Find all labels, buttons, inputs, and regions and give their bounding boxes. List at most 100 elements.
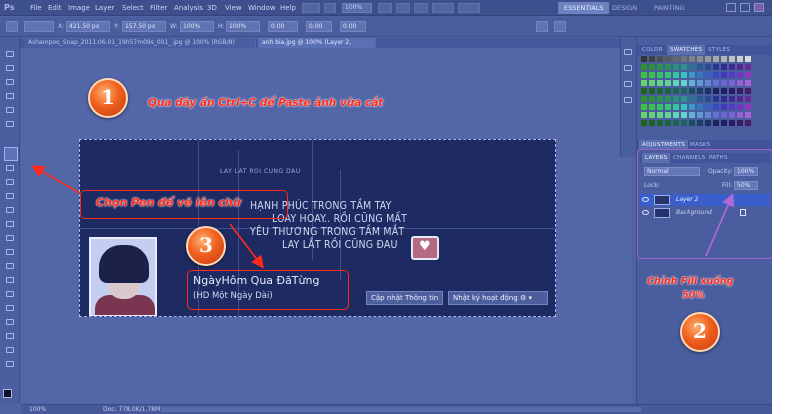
swatch[interactable] xyxy=(697,112,703,118)
history-brush-tool-icon[interactable] xyxy=(6,193,16,202)
h-skew-field[interactable]: 0.00 xyxy=(306,21,332,32)
maximize-icon[interactable] xyxy=(740,3,750,12)
swatch[interactable] xyxy=(673,56,679,62)
swatch[interactable] xyxy=(729,56,735,62)
swatch[interactable] xyxy=(737,88,743,94)
swatch[interactable] xyxy=(673,64,679,70)
swatch[interactable] xyxy=(721,104,727,110)
marquee-tool-icon[interactable] xyxy=(6,65,16,74)
swatch[interactable] xyxy=(721,120,727,126)
swatch[interactable] xyxy=(729,72,735,78)
clone-stamp-tool-icon[interactable] xyxy=(6,179,16,188)
swatch[interactable] xyxy=(641,112,647,118)
swatch[interactable] xyxy=(745,88,751,94)
swatch[interactable] xyxy=(729,80,735,86)
swatch[interactable] xyxy=(729,104,735,110)
swatch[interactable] xyxy=(737,96,743,102)
swatch[interactable] xyxy=(745,72,751,78)
swatch[interactable] xyxy=(657,104,663,110)
swatch[interactable] xyxy=(729,120,735,126)
swatch[interactable] xyxy=(737,112,743,118)
swatch[interactable] xyxy=(657,88,663,94)
swatch[interactable] xyxy=(665,96,671,102)
swatch[interactable] xyxy=(745,112,751,118)
swatch[interactable] xyxy=(713,112,719,118)
scale-h-field[interactable]: 100% xyxy=(226,21,260,32)
cancel-transform-icon[interactable] xyxy=(536,21,548,32)
crop-tool-icon[interactable] xyxy=(6,107,16,116)
reference-point-icon[interactable] xyxy=(24,21,54,32)
swatch[interactable] xyxy=(705,112,711,118)
swatch[interactable] xyxy=(697,64,703,70)
swatch[interactable] xyxy=(697,80,703,86)
swatch[interactable] xyxy=(705,104,711,110)
path-selection-tool-icon[interactable] xyxy=(6,291,16,300)
swatch[interactable] xyxy=(649,112,655,118)
opacity-field[interactable]: 100% xyxy=(734,167,758,176)
swatch[interactable] xyxy=(705,56,711,62)
horizontal-scrollbar[interactable] xyxy=(161,407,641,412)
3d-rotate-tool-icon[interactable] xyxy=(6,319,16,328)
menu-view[interactable]: View xyxy=(225,4,242,12)
gradient-tool-icon[interactable] xyxy=(6,221,16,230)
zoom-status[interactable]: 100% xyxy=(29,406,46,413)
menu-file[interactable]: File xyxy=(30,4,42,12)
lasso-tool-icon[interactable] xyxy=(6,79,16,88)
swatch[interactable] xyxy=(745,56,751,62)
swatch[interactable] xyxy=(689,88,695,94)
swatch[interactable] xyxy=(721,88,727,94)
swatch[interactable] xyxy=(681,64,687,70)
character-panel-icon[interactable] xyxy=(624,81,634,90)
visibility-eye-icon[interactable] xyxy=(642,210,649,215)
3d-orbit-tool-icon[interactable] xyxy=(6,333,16,342)
width-field[interactable]: 421.50 px xyxy=(66,21,110,32)
swatch[interactable] xyxy=(641,72,647,78)
swatch[interactable] xyxy=(729,96,735,102)
tab-anh-bia[interactable]: anh bia.jpg @ 100% (Layer 2, RGB/8) xyxy=(258,38,376,56)
swatch[interactable] xyxy=(657,64,663,70)
swatch[interactable] xyxy=(697,88,703,94)
swatch[interactable] xyxy=(729,88,735,94)
swatch[interactable] xyxy=(665,112,671,118)
swatch[interactable] xyxy=(649,120,655,126)
swatch[interactable] xyxy=(697,104,703,110)
swatch[interactable] xyxy=(697,120,703,126)
swatch[interactable] xyxy=(657,120,663,126)
swatch[interactable] xyxy=(649,88,655,94)
swatch[interactable] xyxy=(665,56,671,62)
brush-tool-icon[interactable] xyxy=(6,165,16,174)
pen-tool-selected-icon[interactable] xyxy=(4,147,18,161)
swatch[interactable] xyxy=(721,64,727,70)
v-skew-field[interactable]: 0.00 xyxy=(340,21,366,32)
foreground-color-swatch[interactable] xyxy=(3,389,12,398)
mini-bridge-button[interactable] xyxy=(324,3,336,13)
swatch[interactable] xyxy=(697,56,703,62)
tool-preset-icon[interactable] xyxy=(6,21,18,32)
swatch[interactable] xyxy=(657,80,663,86)
swatch[interactable] xyxy=(705,88,711,94)
swatch-grid[interactable] xyxy=(641,56,751,126)
swatch[interactable] xyxy=(729,64,735,70)
swatch[interactable] xyxy=(681,120,687,126)
swatch[interactable] xyxy=(681,112,687,118)
swatch[interactable] xyxy=(689,56,695,62)
swatch[interactable] xyxy=(681,80,687,86)
swatch[interactable] xyxy=(705,120,711,126)
menu-window[interactable]: Window xyxy=(248,4,276,12)
swatch[interactable] xyxy=(649,104,655,110)
swatch[interactable] xyxy=(729,112,735,118)
blend-mode-select[interactable]: Normal xyxy=(644,167,700,176)
swatch[interactable] xyxy=(689,64,695,70)
swatch[interactable] xyxy=(665,80,671,86)
visibility-eye-icon[interactable] xyxy=(642,197,649,202)
tab-paths[interactable]: PATHS xyxy=(706,153,731,163)
swatch[interactable] xyxy=(737,120,743,126)
menu-edit[interactable]: Edit xyxy=(48,4,62,12)
quick-selection-tool-icon[interactable] xyxy=(6,93,16,102)
close-icon[interactable] xyxy=(754,3,764,12)
height-field[interactable]: 157.50 px xyxy=(122,21,166,32)
swatch[interactable] xyxy=(641,104,647,110)
swatch[interactable] xyxy=(721,56,727,62)
swatch[interactable] xyxy=(737,104,743,110)
swatch[interactable] xyxy=(641,80,647,86)
